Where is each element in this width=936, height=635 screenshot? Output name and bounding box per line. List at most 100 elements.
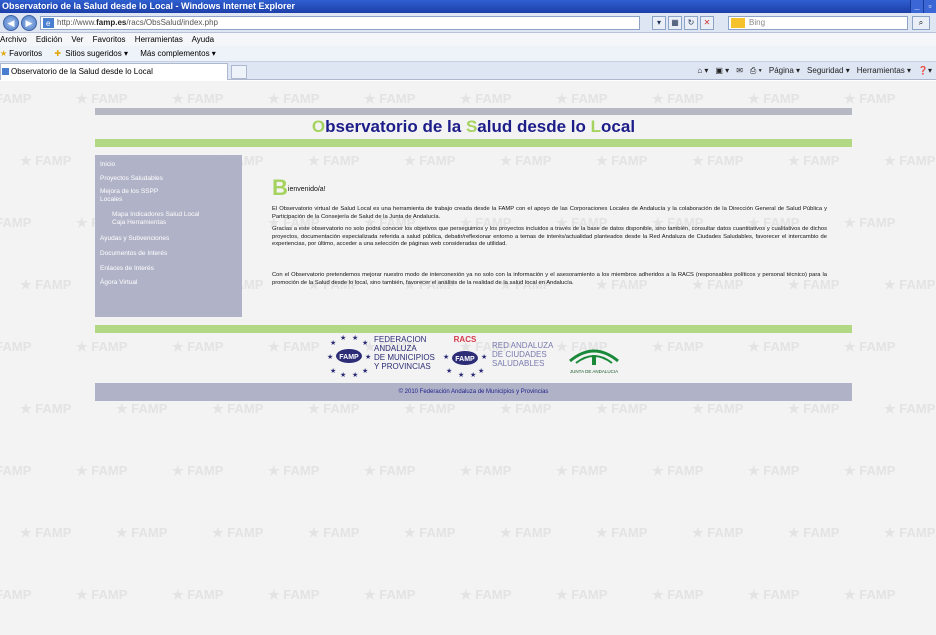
help-icon[interactable]: ❓▾ <box>918 62 932 80</box>
search-input[interactable]: Bing <box>728 16 908 30</box>
back-button[interactable]: ◀ <box>3 15 19 31</box>
tab-observatorio[interactable]: Observatorio de la Salud desde lo Local <box>0 63 228 80</box>
watermark-mark: ★ FAMP <box>460 91 512 106</box>
menu-ver[interactable]: Ver <box>71 35 83 44</box>
forward-button[interactable]: ▶ <box>21 15 37 31</box>
dropdown-icon[interactable]: ▾ <box>652 16 666 30</box>
menu-favoritos[interactable]: Favoritos <box>93 35 126 44</box>
window-title: Observatorio de la Salud desde lo Local … <box>2 1 295 11</box>
stop-icon[interactable]: ✕ <box>700 16 714 30</box>
svg-text:JUNTA DE ANDALUCIA: JUNTA DE ANDALUCIA <box>570 369 618 374</box>
svg-text:★: ★ <box>362 367 368 375</box>
menu-edicion[interactable]: Edición <box>36 35 62 44</box>
watermark-mark: ★ FAMP <box>692 525 744 540</box>
watermark-mark: ★ FAMP <box>0 463 32 478</box>
page-footer: © 2010 Federación Andaluza de Municipios… <box>95 383 852 401</box>
watermark-mark: ★ FAMP <box>212 525 264 540</box>
watermark-mark: ★ FAMP <box>172 463 224 478</box>
new-tab-button[interactable] <box>231 65 247 79</box>
svg-text:e: e <box>46 19 51 28</box>
favorites-button[interactable]: Favoritos <box>9 49 42 58</box>
cmd-seguridad[interactable]: Seguridad ▾ <box>807 62 850 80</box>
svg-text:★: ★ <box>330 367 336 375</box>
sidebar-item-agora[interactable]: Ágora Virtual <box>100 279 137 286</box>
minimize-button[interactable]: _ <box>910 0 923 13</box>
watermark-mark: ★ FAMP <box>556 463 608 478</box>
address-row: ◀ ▶ e http://www.famp.es/racs/ObsSalud/i… <box>0 13 936 33</box>
watermark-mark: ★ FAMP <box>404 525 456 540</box>
url-prefix: http://www. <box>57 18 97 27</box>
watermark-mark: ★ FAMP <box>212 401 264 416</box>
sidebar-item-documentos[interactable]: Documentos de Interés <box>100 250 167 257</box>
refresh-icon[interactable]: ↻ <box>684 16 698 30</box>
menu-herramientas[interactable]: Herramientas <box>135 35 183 44</box>
sidebar-item-mejora[interactable]: Mejora de los SSPP <box>100 188 158 195</box>
url-path: /racs/ObsSalud/index.php <box>126 18 218 27</box>
sidebar-subitem-caja[interactable]: Caja Herramientas <box>112 219 166 226</box>
watermark-mark: ★ FAMP <box>788 401 840 416</box>
famp-logo[interactable]: ★ ★ ★ ★ ★ ★ ★ ★ ★ ★ FAMP FEDERACION ANDALUZA DE M… <box>326 333 436 379</box>
svg-text:FAMP: FAMP <box>339 354 359 361</box>
svg-text:RACS: RACS <box>454 335 477 344</box>
svg-text:★: ★ <box>327 353 333 361</box>
watermark-mark: ★ FAMP <box>556 587 608 602</box>
watermark-mark: ★ FAMP <box>76 587 128 602</box>
menu-ayuda[interactable]: Ayuda <box>192 35 215 44</box>
sidebar-item-inicio[interactable]: Inicio <box>100 161 115 168</box>
menu-archivo[interactable]: Archivo <box>0 35 27 44</box>
mail-icon[interactable]: ✉ <box>736 62 743 80</box>
watermark-mark: ★ FAMP <box>20 401 72 416</box>
search-button[interactable]: ⌕ <box>912 16 930 30</box>
home-icon[interactable]: ⌂ ▾ <box>697 62 708 80</box>
print-icon[interactable]: ⎙ ▾ <box>750 62 762 80</box>
watermark-mark: ★ FAMP <box>76 91 128 106</box>
watermark-mark: ★ FAMP <box>500 401 552 416</box>
sidebar-item-enlaces[interactable]: Enlaces de Interés <box>100 265 154 272</box>
junta-andalucia-logo[interactable]: JUNTA DE ANDALUCIA <box>564 339 624 379</box>
watermark-mark: ★ FAMP <box>596 153 648 168</box>
cmd-herramientas[interactable]: Herramientas ▾ <box>857 62 911 80</box>
watermark-mark: ★ FAMP <box>596 401 648 416</box>
fav-mas-complementos[interactable]: Más complementos ▾ <box>140 49 216 58</box>
watermark-mark: ★ FAMP <box>460 463 512 478</box>
watermark-mark: ★ FAMP <box>116 401 168 416</box>
address-actions: ▾ ▦ ↻ ✕ <box>652 16 714 30</box>
tab-row: Observatorio de la Salud desde lo Local … <box>0 62 936 80</box>
watermark-mark: ★ FAMP <box>556 91 608 106</box>
add-favorite-icon[interactable]: ✚ <box>54 49 61 58</box>
svg-text:★: ★ <box>443 353 449 361</box>
watermark-mark: ★ FAMP <box>652 463 704 478</box>
racs-logo[interactable]: RACS ★ ★ ★ ★ ★ ★ FAMP RED ANDALUZA DE CIUDADES… <box>442 333 553 379</box>
watermark-mark: ★ FAMP <box>652 587 704 602</box>
feeds-icon[interactable]: ▣ ▾ <box>715 62 729 80</box>
sidebar-item-locales[interactable]: Locales <box>100 196 122 203</box>
famp-logo-text: FEDERACION ANDALUZA DE MUNICIPIOS Y PROVINC… <box>374 335 435 371</box>
sidebar-subitem-mapa[interactable]: Mapa Indicadores Salud Local <box>112 211 199 218</box>
compat-view-icon[interactable]: ▦ <box>668 16 682 30</box>
window-controls: _ ▫ <box>910 0 936 13</box>
sidebar-item-proyectos[interactable]: Proyectos Saludables <box>100 175 163 182</box>
intro-paragraph: El Observatorio virtual de Salud Local e… <box>272 206 827 220</box>
watermark-mark: ★ FAMP <box>268 463 320 478</box>
watermark-mark: ★ FAMP <box>844 91 896 106</box>
watermark-mark: ★ FAMP <box>884 153 936 168</box>
fav-sitios-sugeridos[interactable]: Sitios sugeridos ▾ <box>65 49 128 58</box>
maximize-button[interactable]: ▫ <box>923 0 936 13</box>
svg-text:★: ★ <box>481 353 487 361</box>
watermark-mark: ★ FAMP <box>788 525 840 540</box>
watermark-mark: ★ FAMP <box>844 215 896 230</box>
sidebar-nav: Inicio Proyectos Saludables Mejora de lo… <box>95 155 242 317</box>
cmd-pagina[interactable]: Página ▾ <box>769 62 800 80</box>
watermark-mark: ★ FAMP <box>364 91 416 106</box>
partner-logos: ★ ★ ★ ★ ★ ★ ★ ★ ★ ★ FAMP FEDERACION ANDALUZA DE M… <box>0 333 936 383</box>
watermark-mark: ★ FAMP <box>364 587 416 602</box>
watermark-mark: ★ FAMP <box>692 401 744 416</box>
watermark-mark: ★ FAMP <box>268 587 320 602</box>
watermark-mark: ★ FAMP <box>172 91 224 106</box>
address-bar[interactable]: e http://www.famp.es/racs/ObsSalud/index… <box>40 16 640 30</box>
svg-text:★: ★ <box>340 334 346 342</box>
web-page: ★ FAMP ★ FAMP ★ FAMP ★ FAMP ★ FAMP ★ FAMP ★ FA… <box>0 81 936 635</box>
watermark-mark: ★ FAMP <box>116 525 168 540</box>
watermark-mark: ★ FAMP <box>884 401 936 416</box>
sidebar-item-ayudas[interactable]: Ayudas y Subvenciones <box>100 235 169 242</box>
